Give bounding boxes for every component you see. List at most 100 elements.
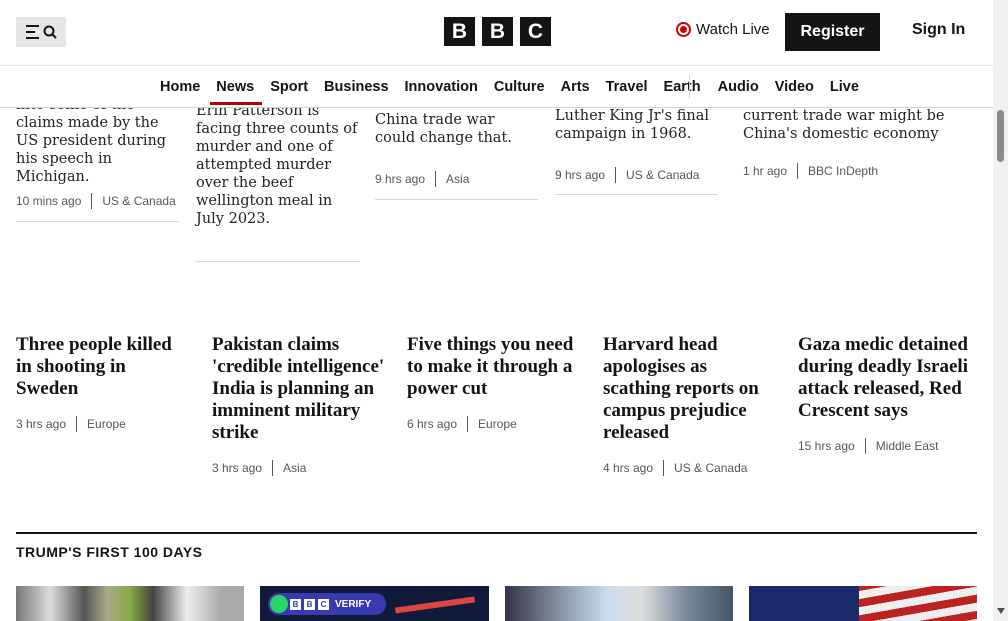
card-meta: 3 hrs ago Asia [212,460,306,476]
story-thumbnail[interactable]: B B C VERIFY [260,586,489,621]
story-thumbnail[interactable] [16,586,244,621]
story-thumbnail[interactable] [749,586,977,621]
story-summary: current trade war might be China's domes… [743,108,945,142]
logo-letter: B [482,17,513,46]
badge-letter: C [318,598,329,610]
watch-live-link[interactable]: Watch Live [676,21,770,38]
section-divider [16,532,977,534]
section-link[interactable]: Asia [446,172,469,186]
divider [555,194,718,195]
main-nav: Home News Sport Business Innovation Cult… [0,66,993,108]
meta-separator [663,460,665,476]
scrollbar[interactable] [993,0,1008,621]
bbc-logo[interactable]: B B C [444,17,551,46]
section-link[interactable]: US & Canada [102,194,175,208]
search-icon [43,25,57,39]
story-summary-card[interactable]: Erin Patterson is facing three counts of… [196,102,360,228]
story-meta: 1 hr ago BBC InDepth [743,163,878,179]
timestamp: 6 hrs ago [407,417,458,431]
meta-separator [615,167,617,183]
nav-item-culture[interactable]: Culture [494,79,545,95]
timestamp: 3 hrs ago [16,417,67,431]
meta-separator [272,460,274,476]
nav-item-audio[interactable]: Audio [718,79,759,95]
card-meta: 3 hrs ago Europe [16,416,126,432]
top-header: B B C Watch Live Register Sign In [0,0,993,66]
section-link[interactable]: US & Canada [674,461,747,475]
image-detail [394,596,476,614]
nav-item-home[interactable]: Home [160,79,200,95]
badge-letter: B [290,598,301,610]
nav-item-arts[interactable]: Arts [561,79,590,95]
live-icon [676,22,691,37]
timestamp: 9 hrs ago [375,172,426,186]
nav-item-live[interactable]: Live [830,79,859,95]
story-summary: Luther King Jr's final campaign in 1968. [555,108,710,142]
story-meta: 10 mins ago US & Canada [16,193,176,209]
story-summary-card[interactable]: China trade war could change that. [375,111,539,147]
nav-item-news[interactable]: News [210,79,263,105]
register-button[interactable]: Register [785,13,880,51]
badge-text: VERIFY [335,598,372,610]
card-headline[interactable]: Pakistan claims 'credible intelligence' … [212,334,392,444]
story-summary-card[interactable]: current trade war might be China's domes… [743,107,978,143]
story-summary-card[interactable]: into some of the claims made by the US p… [16,96,176,186]
story-thumbnail[interactable] [505,586,733,621]
story-summary-card[interactable]: Luther King Jr's final campaign in 1968. [555,107,719,143]
story-meta: 9 hrs ago US & Canada [555,167,699,183]
meta-separator [797,163,799,179]
news-card[interactable]: Harvard head apologises as scathing repo… [603,334,779,444]
meta-separator [76,416,78,432]
news-card[interactable]: Three people killed in shooting in Swede… [16,334,192,400]
card-meta: 4 hrs ago US & Canada [603,460,747,476]
nav-item-sport[interactable]: Sport [270,79,308,95]
story-meta: 9 hrs ago Asia [375,171,469,187]
scrollbar-thumb[interactable] [997,110,1004,162]
meta-separator [864,438,866,454]
sign-in-link[interactable]: Sign In [912,21,965,39]
card-headline[interactable]: Harvard head apologises as scathing repo… [603,334,779,444]
hamburger-icon [25,25,39,39]
section-link[interactable]: Europe [478,417,517,431]
card-meta: 15 hrs ago Middle East [798,438,938,454]
timestamp: 4 hrs ago [603,461,654,475]
nav-item-business[interactable]: Business [324,79,388,95]
card-headline[interactable]: Five things you need to make it through … [407,334,587,400]
card-headline[interactable]: Three people killed in shooting in Swede… [16,334,192,400]
bbc-verify-badge: B B C VERIFY [268,593,386,615]
menu-search-button[interactable] [16,17,66,47]
story-summary: into some of the claims made by the US p… [16,97,167,185]
divider [196,261,359,262]
story-summary: Erin Patterson is facing three counts of… [196,103,358,227]
section-link[interactable]: Europe [87,417,126,431]
meta-separator [435,171,437,187]
badge-letter: B [304,598,315,610]
section-link[interactable]: BBC InDepth [808,164,878,178]
nav-item-innovation[interactable]: Innovation [405,79,478,95]
section-link[interactable]: US & Canada [626,168,699,182]
watch-live-label: Watch Live [696,21,770,38]
card-headline[interactable]: Gaza medic detained during deadly Israel… [798,334,980,422]
card-meta: 6 hrs ago Europe [407,416,517,432]
news-card[interactable]: Pakistan claims 'credible intelligence' … [212,334,392,444]
nav-item-earth[interactable]: Earth [664,79,701,95]
meta-separator [91,193,93,209]
nav-item-travel[interactable]: Travel [606,79,648,95]
timestamp: 10 mins ago [16,194,82,208]
section-link[interactable]: Middle East [876,439,939,453]
meta-separator [467,416,469,432]
scroll-down-arrow-icon[interactable] [997,608,1005,614]
news-card[interactable]: Gaza medic detained during deadly Israel… [798,334,980,422]
section-title[interactable]: TRUMP'S FIRST 100 DAYS [16,544,203,560]
story-summary: China trade war could change that. [375,112,512,146]
nav-divider [689,74,690,98]
divider [375,199,538,200]
nav-item-video[interactable]: Video [775,79,814,95]
timestamp: 1 hr ago [743,164,788,178]
logo-letter: B [444,17,475,46]
divider [16,221,179,222]
timestamp: 3 hrs ago [212,461,263,475]
section-link[interactable]: Asia [283,461,306,475]
timestamp: 9 hrs ago [555,168,606,182]
news-card[interactable]: Five things you need to make it through … [407,334,587,400]
